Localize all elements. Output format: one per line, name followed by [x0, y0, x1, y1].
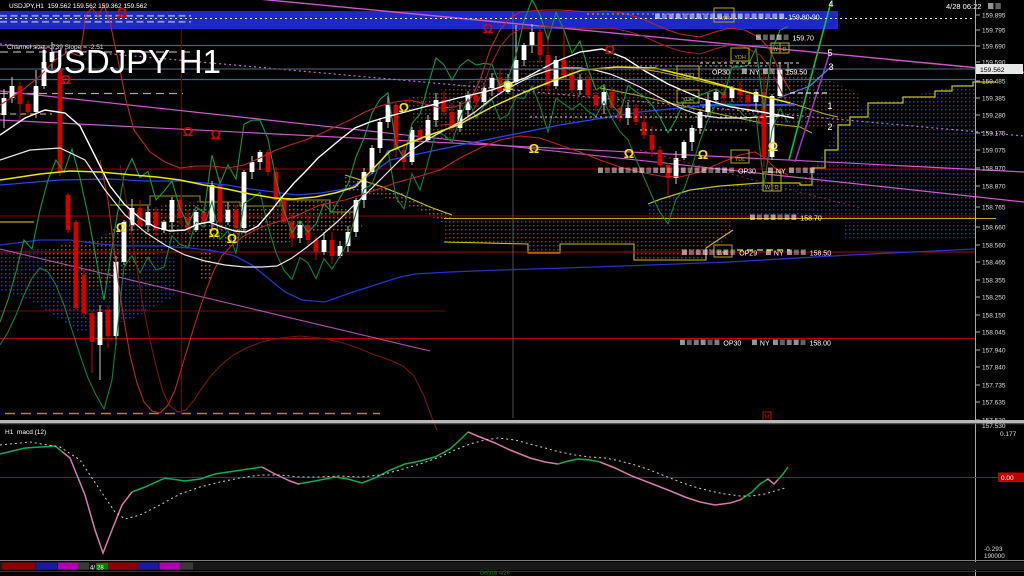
svg-text:4: 4 — [828, 0, 833, 9]
svg-text:2: 2 — [827, 122, 832, 132]
svg-text:158.970: 158.970 — [982, 166, 1006, 173]
svg-text:158.250: 158.250 — [982, 295, 1006, 302]
svg-text:Ω: Ω — [757, 112, 767, 127]
svg-text:159.075: 159.075 — [982, 148, 1006, 155]
svg-text:158.560: 158.560 — [982, 243, 1006, 250]
svg-text:159.70: 159.70 — [793, 36, 815, 43]
svg-text:Ω: Ω — [698, 147, 708, 162]
svg-text:NY: NY — [750, 70, 760, 77]
svg-text:Ω: Ω — [116, 220, 126, 235]
svg-text:YDH: YDH — [734, 55, 746, 61]
svg-text:157.840: 157.840 — [982, 365, 1006, 372]
svg-text:159.562: 159.562 — [980, 67, 1005, 74]
svg-text:158.660: 158.660 — [982, 225, 1006, 232]
svg-text:4/28 06:22: 4/28 06:22 — [946, 2, 981, 11]
svg-text:Ω: Ω — [183, 124, 193, 139]
svg-text:159.795: 159.795 — [982, 28, 1006, 35]
svg-text:Ω: Ω — [768, 139, 778, 154]
svg-text:OP29: OP29 — [739, 251, 757, 258]
svg-text:D: D — [783, 47, 787, 53]
svg-text:190000: 190000 — [984, 553, 1005, 560]
svg-text:Ω: Ω — [399, 100, 409, 115]
svg-text:159.280: 159.280 — [982, 113, 1006, 120]
svg-text:Ω: Ω — [503, 78, 513, 93]
svg-text:158.355: 158.355 — [982, 278, 1006, 285]
svg-text:Ω: Ω — [209, 225, 219, 240]
svg-text:158.870: 158.870 — [982, 184, 1006, 191]
svg-text:158.465: 158.465 — [982, 260, 1006, 267]
svg-text:158.765: 158.765 — [982, 205, 1006, 212]
svg-text:157.635: 157.635 — [982, 400, 1006, 407]
svg-text:Ω: Ω — [624, 146, 634, 161]
svg-text:OP30: OP30 — [738, 169, 756, 176]
svg-text:1: 1 — [827, 101, 832, 111]
svg-text:OP30: OP30 — [723, 341, 741, 348]
svg-text:157.735: 157.735 — [982, 383, 1006, 390]
svg-text:Ω: Ω — [605, 42, 615, 57]
svg-text:159.80-90: 159.80-90 — [788, 15, 820, 22]
svg-text:158.150: 158.150 — [982, 313, 1006, 320]
svg-text:Ω: Ω — [211, 127, 221, 142]
svg-text:D: D — [775, 185, 779, 191]
svg-text:4/: 4/ — [90, 566, 95, 572]
svg-text:158.70: 158.70 — [800, 216, 822, 223]
svg-text:3: 3 — [828, 62, 833, 72]
svg-text:159.485: 159.485 — [982, 79, 1006, 86]
svg-text:-0.293: -0.293 — [984, 546, 1003, 553]
svg-text:W: W — [773, 47, 779, 53]
svg-text:0.177: 0.177 — [1000, 431, 1017, 438]
svg-text:H1 macd (12): H1 macd (12) — [5, 429, 46, 436]
svg-text:Ω: Ω — [483, 21, 493, 36]
svg-text:NY: NY — [774, 251, 784, 258]
svg-text:USDJPY,H1 159.562 159.562 159: USDJPY,H1 159.562 159.562 159.362 159.56… — [9, 3, 147, 10]
svg-text:NY: NY — [760, 341, 770, 348]
svg-text:5: 5 — [827, 48, 832, 58]
svg-text:YDO: YDO — [682, 73, 695, 79]
svg-text:W: W — [765, 185, 771, 191]
svg-text:159.895: 159.895 — [982, 13, 1006, 20]
svg-text:USDJPY H1: USDJPY H1 — [40, 43, 221, 80]
svg-text:159.50: 159.50 — [786, 70, 808, 77]
svg-text:0.00: 0.00 — [1001, 475, 1014, 482]
svg-text:Ω: Ω — [227, 231, 237, 246]
svg-text:158.00: 158.00 — [810, 341, 832, 348]
svg-text:157.530: 157.530 — [982, 423, 1006, 430]
svg-text:158.50: 158.50 — [810, 251, 832, 258]
svg-text:158.045: 158.045 — [982, 330, 1006, 337]
svg-text:OP30: OP30 — [712, 70, 730, 77]
svg-text:Ω: Ω — [529, 141, 539, 156]
svg-text:157.940: 157.940 — [982, 348, 1006, 355]
svg-text:159.690: 159.690 — [982, 44, 1006, 51]
svg-text:159.385: 159.385 — [982, 96, 1006, 103]
svg-text:YDC: YDC — [682, 97, 694, 103]
svg-text:NY: NY — [776, 169, 786, 176]
svg-text:159.175: 159.175 — [982, 131, 1006, 138]
svg-text:28: 28 — [97, 566, 104, 572]
svg-text:YDL: YDL — [735, 157, 746, 163]
